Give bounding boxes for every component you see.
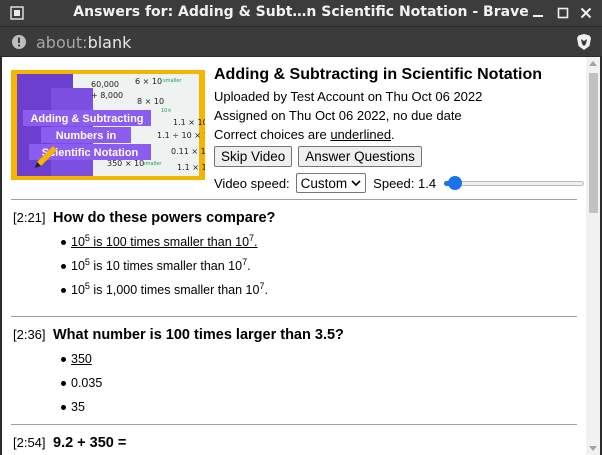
question-timestamp[interactable]: [2:36] bbox=[13, 327, 53, 342]
thumb-num-9: 350 × 10 bbox=[107, 159, 144, 168]
answer-list: 105 is 100 times smaller than 107. 105 i… bbox=[13, 233, 573, 298]
answer-middle: is 100 times smaller than 10 bbox=[89, 235, 250, 249]
answer-middle: is 1,000 times smaller than 10 bbox=[89, 283, 260, 297]
answer-text: 350 bbox=[71, 352, 92, 366]
question-timestamp[interactable]: [2:21] bbox=[13, 210, 53, 225]
scrollbar-thumb[interactable] bbox=[589, 73, 598, 213]
thumbnail-art: 60,000 + 8,000 6 × 10 8 × 10 1.1 × 10 1.… bbox=[11, 70, 205, 180]
vertical-scrollbar[interactable] bbox=[586, 57, 600, 455]
lesson-title: Adding & Subtracting in Scientific Notat… bbox=[214, 66, 542, 83]
page-viewport: 60,000 + 8,000 6 × 10 8 × 10 1.1 × 10 1.… bbox=[2, 57, 600, 455]
uploaded-info: Uploaded by Test Account on Thu Oct 06 2… bbox=[214, 89, 483, 104]
lesson-thumbnail: 60,000 + 8,000 6 × 10 8 × 10 1.1 × 10 1.… bbox=[11, 70, 205, 180]
thumb-title-line-2: Numbers in bbox=[56, 130, 117, 142]
answer-choice: 0.035 bbox=[13, 375, 573, 391]
section-divider bbox=[11, 424, 577, 425]
answer-base: 10 bbox=[71, 235, 85, 249]
thumb-tag-1: smaller bbox=[163, 78, 182, 84]
video-speed-value: Custom bbox=[300, 175, 348, 191]
action-buttons: Skip Video Answer Questions bbox=[214, 146, 584, 167]
window-title: Answers for: Adding & Subt…n Scientific … bbox=[73, 4, 529, 20]
answer-questions-button[interactable]: Answer Questions bbox=[298, 146, 422, 167]
maximize-icon[interactable] bbox=[555, 5, 571, 21]
answer-middle: is 10 times smaller than 10 bbox=[89, 259, 243, 273]
url-path: blank bbox=[87, 33, 132, 52]
speed-slider[interactable] bbox=[444, 176, 584, 190]
answer-text: 35 bbox=[71, 400, 85, 414]
url-field[interactable]: about:blank bbox=[36, 33, 131, 52]
thumb-title-line-1: Adding & Subtracting bbox=[30, 113, 143, 125]
answer-end: . bbox=[247, 259, 251, 273]
answer-end: . bbox=[264, 283, 268, 297]
answer-base: 10 bbox=[71, 283, 85, 297]
thumb-num-5: 1.1 × 10 bbox=[173, 118, 205, 127]
question-1: [2:21] How do these powers compare? 105 … bbox=[13, 210, 573, 306]
speed-controls: Video speed: Custom Speed: 1.4 bbox=[214, 173, 584, 193]
correct-note-suffix: . bbox=[391, 127, 395, 142]
minimize-icon[interactable] bbox=[530, 5, 546, 21]
thumb-tag-3: smaller bbox=[143, 161, 162, 167]
section-divider bbox=[11, 199, 577, 200]
question-text: How do these powers compare? bbox=[53, 210, 276, 226]
answer-end: . bbox=[254, 235, 258, 249]
thumb-title-line-3: Scientific Notation bbox=[42, 147, 139, 159]
thumb-num-7: 0.11 × 10 bbox=[171, 147, 205, 156]
scroll-up-icon[interactable] bbox=[589, 61, 597, 66]
thumb-num-4: 8 × 10 bbox=[137, 97, 164, 106]
thumb-num-8: 1.1 × 10 bbox=[177, 163, 205, 172]
thumb-num-2: + 8,000 bbox=[91, 91, 123, 100]
info-icon[interactable] bbox=[11, 34, 27, 50]
slider-track bbox=[444, 181, 584, 186]
answer-base: 10 bbox=[71, 259, 85, 273]
correct-choices-note: Correct choices are underlined. bbox=[214, 125, 584, 144]
question-text: 9.2 + 350 = bbox=[53, 435, 127, 451]
question-timestamp[interactable]: [2:54] bbox=[13, 435, 53, 450]
thumb-num-6: 1.1 ÷ 10 × 10 bbox=[157, 131, 205, 140]
question-header: [2:54] 9.2 + 350 = bbox=[13, 435, 573, 451]
thumb-tag-2: 10× bbox=[161, 108, 172, 114]
answer-choice: 35 bbox=[13, 399, 573, 415]
question-text: What number is 100 times larger than 3.5… bbox=[53, 327, 344, 343]
answer-choice: 105 is 1,000 times smaller than 107. bbox=[13, 281, 573, 298]
correct-note-word: underlined bbox=[330, 127, 392, 142]
thumb-num-3: 6 × 10 bbox=[135, 77, 162, 86]
url-scheme: about: bbox=[36, 33, 88, 52]
answer-text: 0.035 bbox=[71, 376, 103, 390]
question-header: [2:21] How do these powers compare? bbox=[13, 210, 573, 226]
scroll-down-icon[interactable] bbox=[589, 446, 597, 451]
address-bar: about:blank bbox=[0, 26, 602, 56]
window-titlebar: Answers for: Adding & Subt…n Scientific … bbox=[0, 0, 602, 26]
answer-choice-correct: 105 is 100 times smaller than 107. bbox=[13, 233, 573, 250]
question-header: [2:36] What number is 100 times larger t… bbox=[13, 327, 573, 343]
thumb-num-1: 60,000 bbox=[91, 80, 119, 89]
question-2: [2:36] What number is 100 times larger t… bbox=[13, 327, 573, 423]
answer-choice: 105 is 10 times smaller than 107. bbox=[13, 257, 573, 274]
section-divider bbox=[11, 316, 577, 317]
skip-video-button[interactable]: Skip Video bbox=[214, 146, 293, 167]
speed-value-label: Speed: 1.4 bbox=[373, 175, 437, 191]
assigned-info: Assigned on Thu Oct 06 2022, no due date bbox=[214, 108, 462, 123]
answer-choice-correct: 350 bbox=[13, 351, 573, 367]
question-3: [2:54] 9.2 + 350 = bbox=[13, 435, 573, 451]
chevron-down-icon bbox=[351, 180, 361, 187]
video-speed-select[interactable]: Custom bbox=[295, 173, 367, 193]
brave-shield-icon[interactable] bbox=[576, 33, 592, 51]
correct-note-prefix: Correct choices are bbox=[214, 127, 331, 142]
slider-handle[interactable] bbox=[448, 176, 463, 190]
close-icon[interactable] bbox=[578, 5, 594, 21]
lesson-header: Adding & Subtracting in Scientific Notat… bbox=[214, 65, 584, 193]
video-speed-label: Video speed: bbox=[214, 175, 290, 191]
answer-list: 350 0.035 35 bbox=[13, 351, 573, 415]
